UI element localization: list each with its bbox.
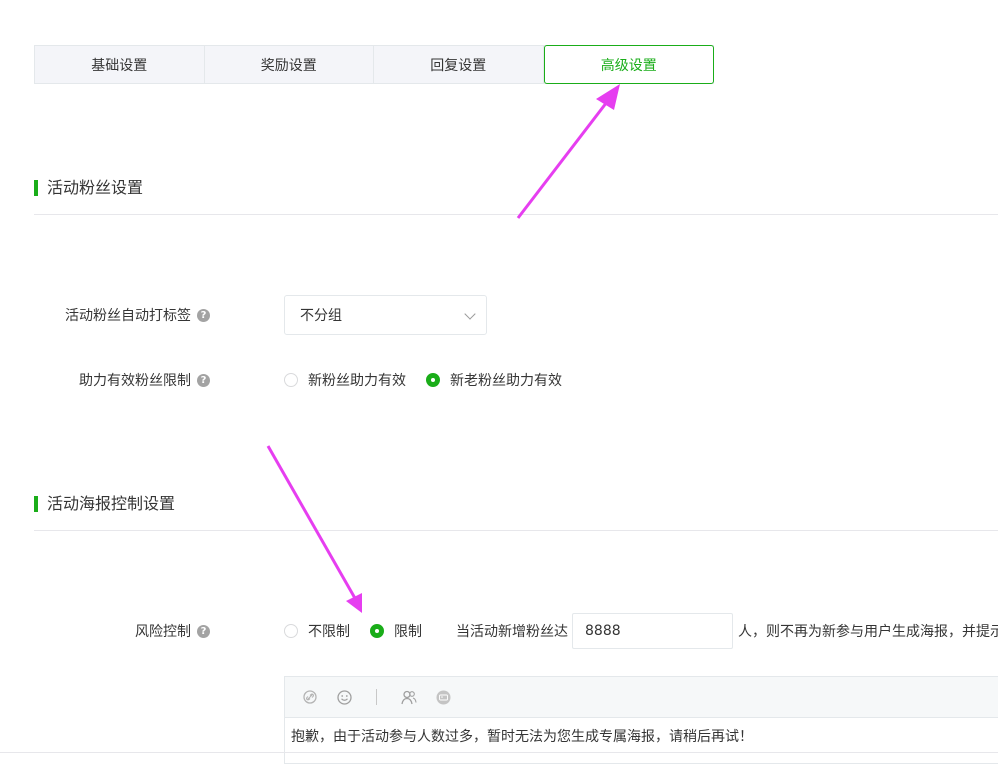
editor-toolbar [285, 677, 998, 718]
chevron-down-icon [464, 308, 476, 320]
link-icon[interactable] [302, 689, 318, 705]
question-icon[interactable]: ? [197, 308, 210, 322]
section-divider [34, 530, 998, 531]
radio-new-fans-label: 新粉丝助力有效 [308, 373, 406, 389]
section-title-fans: 活动粉丝设置 [34, 178, 143, 198]
section-title-poster: 活动海报控制设置 [34, 494, 175, 514]
radio-checked-icon [370, 624, 384, 638]
image-icon[interactable] [435, 689, 451, 705]
radio-limit-label: 限制 [394, 624, 422, 640]
toolbar-divider [376, 689, 377, 705]
settings-tabs: 基础设置 奖励设置 回复设置 高级设置 [34, 45, 714, 84]
assist-limit-label-text: 助力有效粉丝限制 [79, 373, 191, 389]
assist-limit-label: 助力有效粉丝限制 ? [0, 370, 210, 390]
user-nickname-icon[interactable] [401, 689, 417, 705]
tip-message-content[interactable]: 抱歉，由于活动参与人数过多，暂时无法为您生成专属海报，请稍后再试！ [285, 718, 998, 754]
emoji-icon[interactable] [336, 689, 352, 705]
question-icon[interactable]: ? [197, 373, 210, 387]
radio-all-fans-label: 新老粉丝助力有效 [450, 373, 562, 389]
tip-message-editor[interactable]: 抱歉，由于活动参与人数过多，暂时无法为您生成专属海报，请稍后再试！ [284, 676, 998, 764]
tab-basic[interactable]: 基础设置 [35, 46, 205, 83]
radio-checked-icon [426, 373, 440, 387]
risk-threshold-suffix: 人，则不再为新参与用户生成海报，并提示 [738, 624, 998, 640]
risk-control-label: 风险控制 ? [0, 621, 210, 641]
tag-group-select[interactable]: 不分组 [284, 295, 487, 335]
auto-tag-label-text: 活动粉丝自动打标签 [65, 308, 191, 324]
footer-divider [0, 752, 998, 753]
tag-group-selected-value: 不分组 [300, 308, 342, 324]
radio-circle-icon [284, 373, 298, 387]
radio-circle-icon [284, 624, 298, 638]
radio-new-fans[interactable]: 新粉丝助力有效 [284, 370, 406, 390]
arrow-to-advanced-tab [516, 84, 620, 219]
auto-tag-label: 活动粉丝自动打标签 ? [0, 305, 210, 325]
section-divider [34, 214, 998, 215]
risk-control-label-text: 风险控制 [135, 624, 191, 640]
radio-no-limit[interactable]: 不限制 [284, 621, 350, 641]
tab-reply[interactable]: 回复设置 [374, 46, 544, 83]
radio-limit[interactable]: 限制 [370, 621, 422, 641]
tab-advanced[interactable]: 高级设置 [543, 45, 714, 84]
risk-threshold-prefix: 当活动新增粉丝达 [456, 624, 568, 640]
tab-reward[interactable]: 奖励设置 [205, 46, 374, 83]
radio-no-limit-label: 不限制 [308, 624, 350, 640]
fans-threshold-input[interactable] [572, 613, 733, 649]
question-icon[interactable]: ? [197, 624, 210, 638]
radio-all-fans[interactable]: 新老粉丝助力有效 [426, 370, 562, 390]
